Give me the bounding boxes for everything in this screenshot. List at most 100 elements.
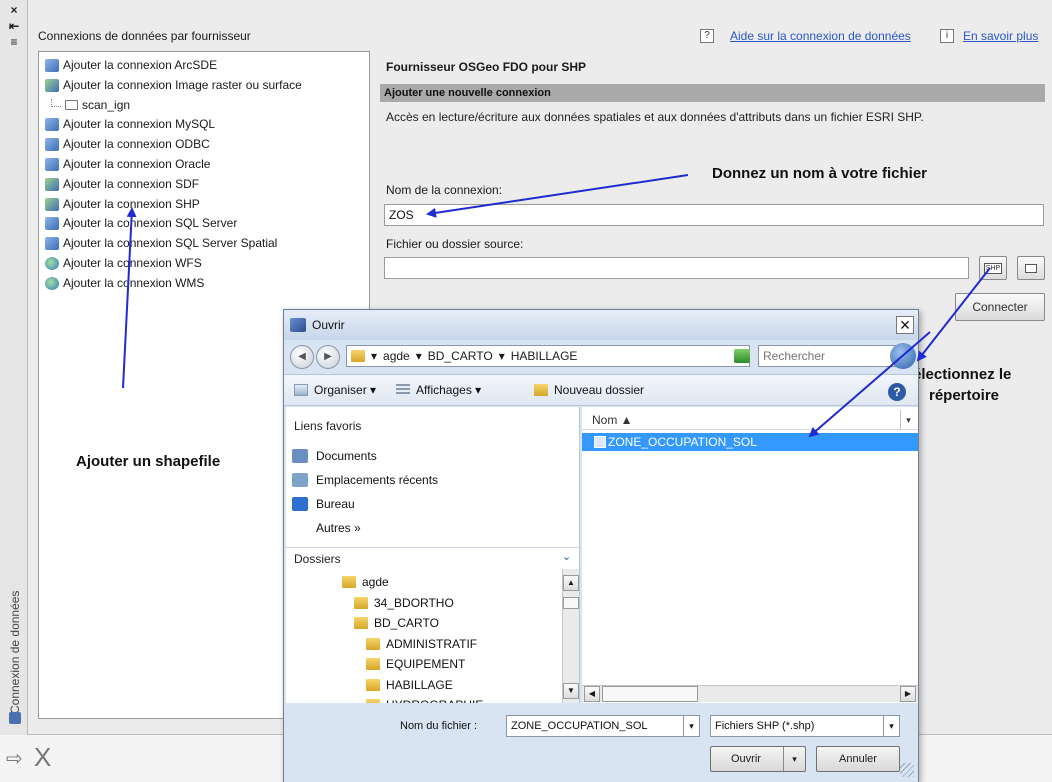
folder-item[interactable]: BD_CARTO [354,616,439,630]
filetype-select[interactable]: Fichiers SHP (*.shp) ▾ [710,715,900,737]
views-icon [396,384,410,396]
folder-item[interactable]: HABILLAGE [366,678,453,692]
annotation-select-dir-line1: Sélectionnez le [903,366,1012,383]
folder-item[interactable]: agde [342,575,389,589]
chevron-down-icon[interactable]: ⌄ [562,550,571,563]
source-path-input[interactable] [384,257,969,279]
new-folder-button[interactable]: Nouveau dossier [534,383,644,397]
database-icon [45,197,59,211]
scroll-down-icon[interactable]: ▼ [563,683,579,699]
database-icon [45,237,59,251]
dialog-footer: Nom du fichier : ZONE_OCCUPATION_SOL ▾ F… [284,703,918,782]
tree-item-label: Ajouter la connexion Image raster ou sur… [63,77,302,92]
tree-item-label: Ajouter la connexion Oracle [63,157,211,171]
tree-item-connection[interactable]: Ajouter la connexion Oracle [45,155,210,174]
tree-item-connection[interactable]: Ajouter la connexion SDF [45,175,199,194]
chevron-down-icon[interactable]: ▾ [883,716,899,736]
auto-hide-icon[interactable]: ⇤ [6,19,22,33]
folder-item[interactable]: 34_BDORTHO [354,596,454,610]
forward-icon[interactable]: ▶ [316,345,340,369]
providers-title: Connexions de données par fournisseur [38,29,251,43]
open-split-icon[interactable]: ▾ [783,747,805,771]
globe-icon [45,276,59,290]
search-icon[interactable] [890,343,916,369]
file-row-selected[interactable]: ZONE_OCCUPATION_SOL [582,433,918,451]
tree-item-label: Ajouter la connexion WMS [63,275,205,290]
database-icon [45,118,59,132]
organize-icon [294,384,308,396]
dialog-title: Ouvrir [312,318,345,332]
scroll-up-icon[interactable]: ▲ [563,575,579,591]
tree-item-connection[interactable]: Ajouter la connexion SHP [45,195,200,214]
tree-item-connection[interactable]: Ajouter la connexion ODBC [45,135,210,154]
scroll-left-icon[interactable]: ◀ [584,686,600,702]
folder-item[interactable]: ADMINISTRATIF [366,637,477,651]
horizontal-scrollbar[interactable]: ◀ ▶ [582,685,918,702]
new-folder-label: Nouveau dossier [554,383,645,397]
tree-item-connection[interactable]: Ajouter la connexion SQL Server [45,214,237,233]
tree-item-connection[interactable]: Ajouter la connexion SQL Server Spatial [45,234,277,253]
refresh-icon[interactable] [734,349,750,363]
folder-icon [342,576,356,588]
breadcrumb-habillage[interactable]: HABILLAGE [511,349,578,363]
scroll-thumb[interactable] [563,597,579,609]
column-dropdown-icon[interactable]: ▾ [900,410,916,430]
chevron-down-icon[interactable]: ▾ [683,716,699,736]
tree-item-connection[interactable]: Ajouter la connexion MySQL [45,115,215,134]
tree-item-label: Ajouter la connexion SDF [63,176,200,191]
help-link[interactable]: Aide sur la connexion de données [730,29,911,43]
filename-input[interactable]: ZONE_OCCUPATION_SOL ▾ [506,715,700,737]
scroll-thumb[interactable] [602,686,698,702]
connection-name-label: Nom de la connexion: [386,183,503,197]
info-icon: i [940,29,954,43]
provider-title: Fournisseur OSGeo FDO pour SHP [386,60,587,74]
folders-scrollbar[interactable]: ▲ ▼ [562,569,579,703]
breadcrumb-bd-carto[interactable]: BD_CARTO [428,349,493,363]
database-icon [45,177,59,191]
browse-shp-button[interactable]: SHP [979,256,1007,280]
help-icon[interactable]: ? [888,383,906,401]
organize-button[interactable]: Organiser ▾ [294,383,376,397]
filename-label: Nom du fichier : [400,720,478,732]
folder-icon [354,617,368,629]
organize-label: Organiser ▾ [314,383,377,397]
back-icon[interactable]: ◀ [290,345,314,369]
palette-menu-icon[interactable]: ≡ [6,35,22,49]
resize-grip-icon[interactable] [900,763,914,777]
search-input[interactable] [758,345,908,367]
tree-item-label: Ajouter la connexion SQL Server Spatial [63,236,278,251]
connect-button[interactable]: Connecter [955,293,1045,321]
tree-item-scan-ign[interactable]: scan_ign [65,96,130,115]
folder-icon [366,658,380,670]
app-icon [290,318,306,332]
folder-icon [354,596,368,609]
connection-name-input[interactable] [384,204,1044,226]
views-label: Affichages ▾ [416,383,482,397]
tree-item-connection[interactable]: Ajouter la connexion ArcSDE [45,56,217,75]
tree-item-connection[interactable]: Ajouter la connexion WFS [45,254,202,273]
cancel-button[interactable]: Annuler [816,746,900,772]
dialog-close-button[interactable]: × [896,316,914,334]
provider-description: Accès en lecture/écriture aux données sp… [386,110,924,124]
views-button[interactable]: Affichages ▾ [396,383,481,397]
folder-icon [366,678,380,691]
folder-icon [65,100,78,111]
column-name-header[interactable]: Nom ▲ [592,413,633,427]
close-icon[interactable]: × [6,3,22,17]
tree-item-connection[interactable]: Ajouter la connexion Image raster ou sur… [45,76,302,95]
address-row: ◀ ▶ ▾ agde ▾ BD_CARTO ▾ HABILLAGE ▾ [284,340,918,374]
command-arrow-icon[interactable]: ⇨ [6,746,23,771]
folder-item[interactable]: EQUIPEMENT [366,657,465,671]
tree-item-connection[interactable]: Ajouter la connexion WMS [45,274,204,293]
breadcrumb-agde[interactable]: agde [383,349,410,363]
shp-file-icon: SHP [983,262,1003,274]
folder-tree: agde 34_BDORTHO BD_CARTO ADMINISTRATIF EQUIP… [286,407,562,703]
address-bar[interactable]: ▾ agde ▾ BD_CARTO ▾ HABILLAGE ▾ [346,345,750,367]
open-button[interactable]: Ouvrir ▾ [710,746,806,772]
learn-more-link[interactable]: En savoir plus [963,29,1038,43]
command-close-icon[interactable]: X [34,742,51,773]
browse-folder-button[interactable] [1017,256,1045,280]
scroll-right-icon[interactable]: ▶ [900,686,916,702]
tree-item-label: Ajouter la connexion SHP [63,196,200,211]
dialog-toolbar: Organiser ▾ Affichages ▾ Nouveau dossier… [284,374,918,406]
